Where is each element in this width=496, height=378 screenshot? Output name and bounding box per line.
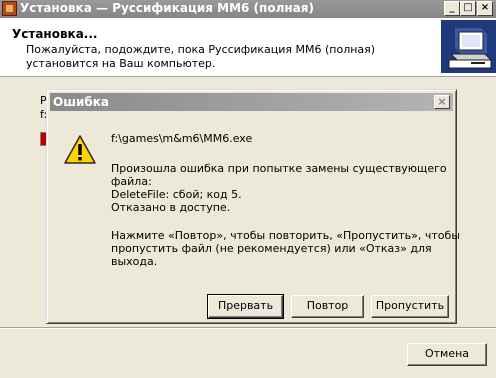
warning-triangle-icon xyxy=(64,135,96,164)
error-message-line-2: файла: xyxy=(111,175,152,188)
error-dialog: Ошибка × f:\games\m&m6\MM6.exe Произошла… xyxy=(46,89,460,324)
installer-header: Установка... Пожалуйста, подождите, пока… xyxy=(0,18,496,77)
dialog-close-button[interactable]: × xyxy=(434,95,450,109)
skip-button[interactable]: Пропустить xyxy=(371,295,449,318)
computer-install-logo xyxy=(441,20,496,73)
footer-separator xyxy=(0,327,496,329)
abort-button[interactable]: Прервать xyxy=(207,294,284,319)
error-dialog-titlebar: Ошибка × xyxy=(50,93,453,111)
installer-titlebar: Установка — Руссификация ММ6 (полная) _ … xyxy=(0,0,496,18)
hint-line-3: выхода. xyxy=(111,255,158,268)
error-dialog-title: Ошибка xyxy=(53,95,109,109)
header-title: Установка... xyxy=(12,27,98,41)
header-description: Пожалуйста, подождите, пока Руссификация… xyxy=(26,43,376,70)
error-message-line-3: DeleteFile: сбой; код 5. xyxy=(111,188,242,201)
error-message-line-1: Произошла ошибка при попытке замены суще… xyxy=(111,162,447,175)
hint-line-2: пропустить файл (не рекомендуется) или «… xyxy=(111,242,432,255)
close-button[interactable]: × xyxy=(477,1,493,16)
window-title: Установка — Руссификация ММ6 (полная) xyxy=(20,1,314,15)
installer-app-icon xyxy=(2,1,17,16)
minimize-button[interactable]: _ xyxy=(444,1,460,16)
error-file-path: f:\games\m&m6\MM6.exe xyxy=(111,132,253,145)
hint-line-1: Нажмите «Повтор», чтобы повторить, «Проп… xyxy=(111,229,460,242)
retry-button[interactable]: Повтор xyxy=(291,295,364,318)
maximize-button[interactable]: □ xyxy=(460,1,476,16)
cancel-button[interactable]: Отмена xyxy=(407,343,487,366)
error-message-line-4: Отказано в доступе. xyxy=(111,201,231,214)
